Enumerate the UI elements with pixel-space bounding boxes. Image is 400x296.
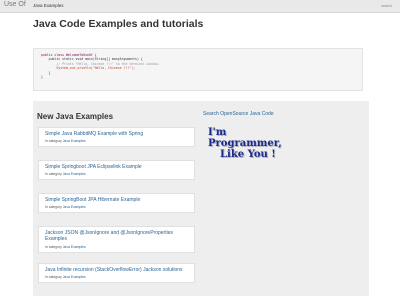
- example-link[interactable]: Java Infinite recursion (StackOverflowEr…: [45, 267, 188, 273]
- panel-title: New Java Examples: [37, 112, 114, 121]
- category-prefix: In category: [45, 172, 62, 177]
- example-category: In category Java Examples: [45, 172, 188, 176]
- example-link[interactable]: Simple Springboot JPA Eclipselink Exampl…: [45, 164, 188, 170]
- example-card: Simple SpringBoot JPA Hibernate Example …: [38, 193, 195, 214]
- category-link[interactable]: Java Examples: [63, 139, 86, 143]
- logo-line-1: I'm Programmer,: [208, 127, 282, 149]
- example-category: In category Java Examples: [45, 139, 188, 143]
- navbar-search-link[interactable]: search: [381, 4, 392, 8]
- category-prefix: In category: [45, 205, 62, 210]
- new-examples-panel: New Java Examples Simple Java RabbitMQ E…: [33, 101, 369, 296]
- category-prefix: In category: [45, 139, 62, 144]
- search-opensource-link[interactable]: Search OpenSource Java Code: [203, 111, 274, 117]
- category-link[interactable]: Java Examples: [63, 205, 86, 209]
- category-link[interactable]: Java Examples: [63, 275, 86, 279]
- example-link[interactable]: Simple SpringBoot JPA Hibernate Example: [45, 197, 188, 203]
- code-line-1: public class WelcomeToUseOf {: [41, 53, 97, 57]
- code-line-3: // Prints "Hello, Chinese !!!" to the te…: [41, 61, 160, 66]
- category-prefix: In category: [45, 244, 62, 249]
- example-card: Java Infinite recursion (StackOverflowEr…: [38, 263, 195, 284]
- page-title: Java Code Examples and tutorials: [33, 18, 204, 30]
- example-card: Simple Springboot JPA Eclipselink Exampl…: [38, 160, 195, 181]
- top-navbar: Use Of Java Examples search: [0, 0, 400, 13]
- code-line-2: public static void main(String[] manyArg…: [41, 57, 143, 62]
- example-card: Jackson JSON @JsonIgnore and @JsonIgnore…: [38, 226, 195, 253]
- code-sample: public class WelcomeToUseOf { public sta…: [33, 48, 363, 91]
- nav-java-examples[interactable]: Java Examples: [33, 3, 64, 8]
- category-prefix: In category: [45, 275, 62, 280]
- example-category: In category Java Examples: [45, 275, 188, 279]
- example-link[interactable]: Simple Java RabbitMQ Example with Spring: [45, 131, 188, 137]
- example-link[interactable]: Jackson JSON @JsonIgnore and @JsonIgnore…: [45, 230, 188, 243]
- category-link[interactable]: Java Examples: [63, 245, 86, 249]
- example-card: Simple Java RabbitMQ Example with Spring…: [38, 127, 195, 148]
- code-line-4: System.out.println("Hello, Chinese !!!")…: [41, 66, 136, 71]
- code-line-6: }: [41, 75, 43, 80]
- category-link[interactable]: Java Examples: [63, 172, 86, 176]
- example-category: In category Java Examples: [45, 245, 188, 249]
- logo-line-2: Like You !: [220, 149, 276, 160]
- example-category: In category Java Examples: [45, 205, 188, 209]
- programmer-logo: I'm Programmer, Like You !: [208, 127, 288, 160]
- code-line-5: }: [41, 70, 51, 75]
- site-brand[interactable]: Use Of: [4, 1, 26, 8]
